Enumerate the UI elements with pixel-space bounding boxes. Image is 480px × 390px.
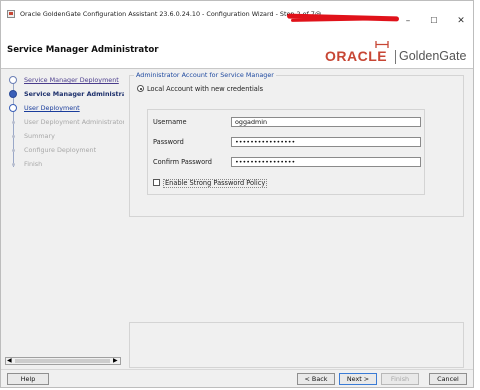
help-button[interactable]: Help xyxy=(7,373,49,385)
step-service-manager-administrator[interactable]: Service Manager Administrator xyxy=(1,89,124,99)
nav-horizontal-scrollbar[interactable]: ◀ ▶ xyxy=(5,357,121,365)
username-label: Username xyxy=(153,118,187,126)
cancel-button[interactable]: Cancel xyxy=(429,373,467,385)
page-title: Service Manager Administrator xyxy=(7,45,159,55)
checkbox-unchecked-icon[interactable] xyxy=(153,179,160,186)
checkbox-label: Enable Strong Password Policy xyxy=(163,179,268,188)
step-pending-icon xyxy=(11,134,15,138)
wizard-window: Oracle GoldenGate Configuration Assistan… xyxy=(0,0,474,388)
redaction-mark xyxy=(290,17,392,22)
step-pending-icon xyxy=(11,120,15,124)
step-service-manager-deployment[interactable]: Service Manager Deployment xyxy=(1,75,124,85)
step-configure-deployment: Configure Deployment xyxy=(1,145,124,155)
step-label: Service Manager Deployment xyxy=(24,76,119,84)
radio-label: Local Account with new credentials xyxy=(147,85,264,93)
step-label: User Deployment xyxy=(24,104,80,112)
step-label: User Deployment Administrator xyxy=(24,118,124,126)
back-button[interactable]: < Back xyxy=(297,373,335,385)
step-user-deployment[interactable]: User Deployment xyxy=(1,103,124,113)
scrollbar-thumb[interactable] xyxy=(15,359,110,363)
logo-goldengate-text: GoldenGate xyxy=(399,49,467,63)
group-legend: Administrator Account for Service Manage… xyxy=(134,71,276,79)
scroll-right-icon[interactable]: ▶ xyxy=(113,357,118,364)
step-done-icon xyxy=(9,76,17,84)
finish-button: Finish xyxy=(381,373,419,385)
radio-selected-icon[interactable] xyxy=(137,85,144,92)
step-pending-icon xyxy=(11,148,15,152)
scroll-left-icon[interactable]: ◀ xyxy=(7,357,12,364)
logo-oracle-text: ORACLE xyxy=(325,48,388,64)
maximize-button[interactable]: ☐ xyxy=(428,16,440,26)
step-user-deployment-administrator: User Deployment Administrator xyxy=(1,117,124,127)
confirm-password-label: Confirm Password xyxy=(153,158,212,166)
step-label: Service Manager Administrator xyxy=(24,90,124,98)
logo-divider xyxy=(395,50,396,64)
confirm-password-field[interactable]: •••••••••••••••• xyxy=(231,157,421,167)
oracle-goldengate-logo: ORACLE GoldenGate xyxy=(323,39,468,65)
next-button[interactable]: Next > xyxy=(339,373,377,385)
step-label: Finish xyxy=(24,160,43,168)
step-current-icon xyxy=(9,90,17,98)
step-next-icon xyxy=(9,104,17,112)
title-bar: Oracle GoldenGate Configuration Assistan… xyxy=(1,1,473,27)
app-icon xyxy=(7,10,15,18)
minimize-button[interactable]: – xyxy=(402,16,414,26)
step-finish: Finish xyxy=(1,159,124,169)
step-summary: Summary xyxy=(1,131,124,141)
footer-divider xyxy=(1,369,473,370)
username-field[interactable]: oggadmin xyxy=(231,117,421,127)
password-field[interactable]: •••••••••••••••• xyxy=(231,137,421,147)
password-label: Password xyxy=(153,138,184,146)
window-title: Oracle GoldenGate Configuration Assistan… xyxy=(20,10,322,18)
step-label: Configure Deployment xyxy=(24,146,97,154)
step-pending-icon xyxy=(11,162,15,166)
message-pane xyxy=(129,322,464,368)
step-label: Summary xyxy=(24,132,55,140)
close-button[interactable]: ✕ xyxy=(455,16,467,26)
